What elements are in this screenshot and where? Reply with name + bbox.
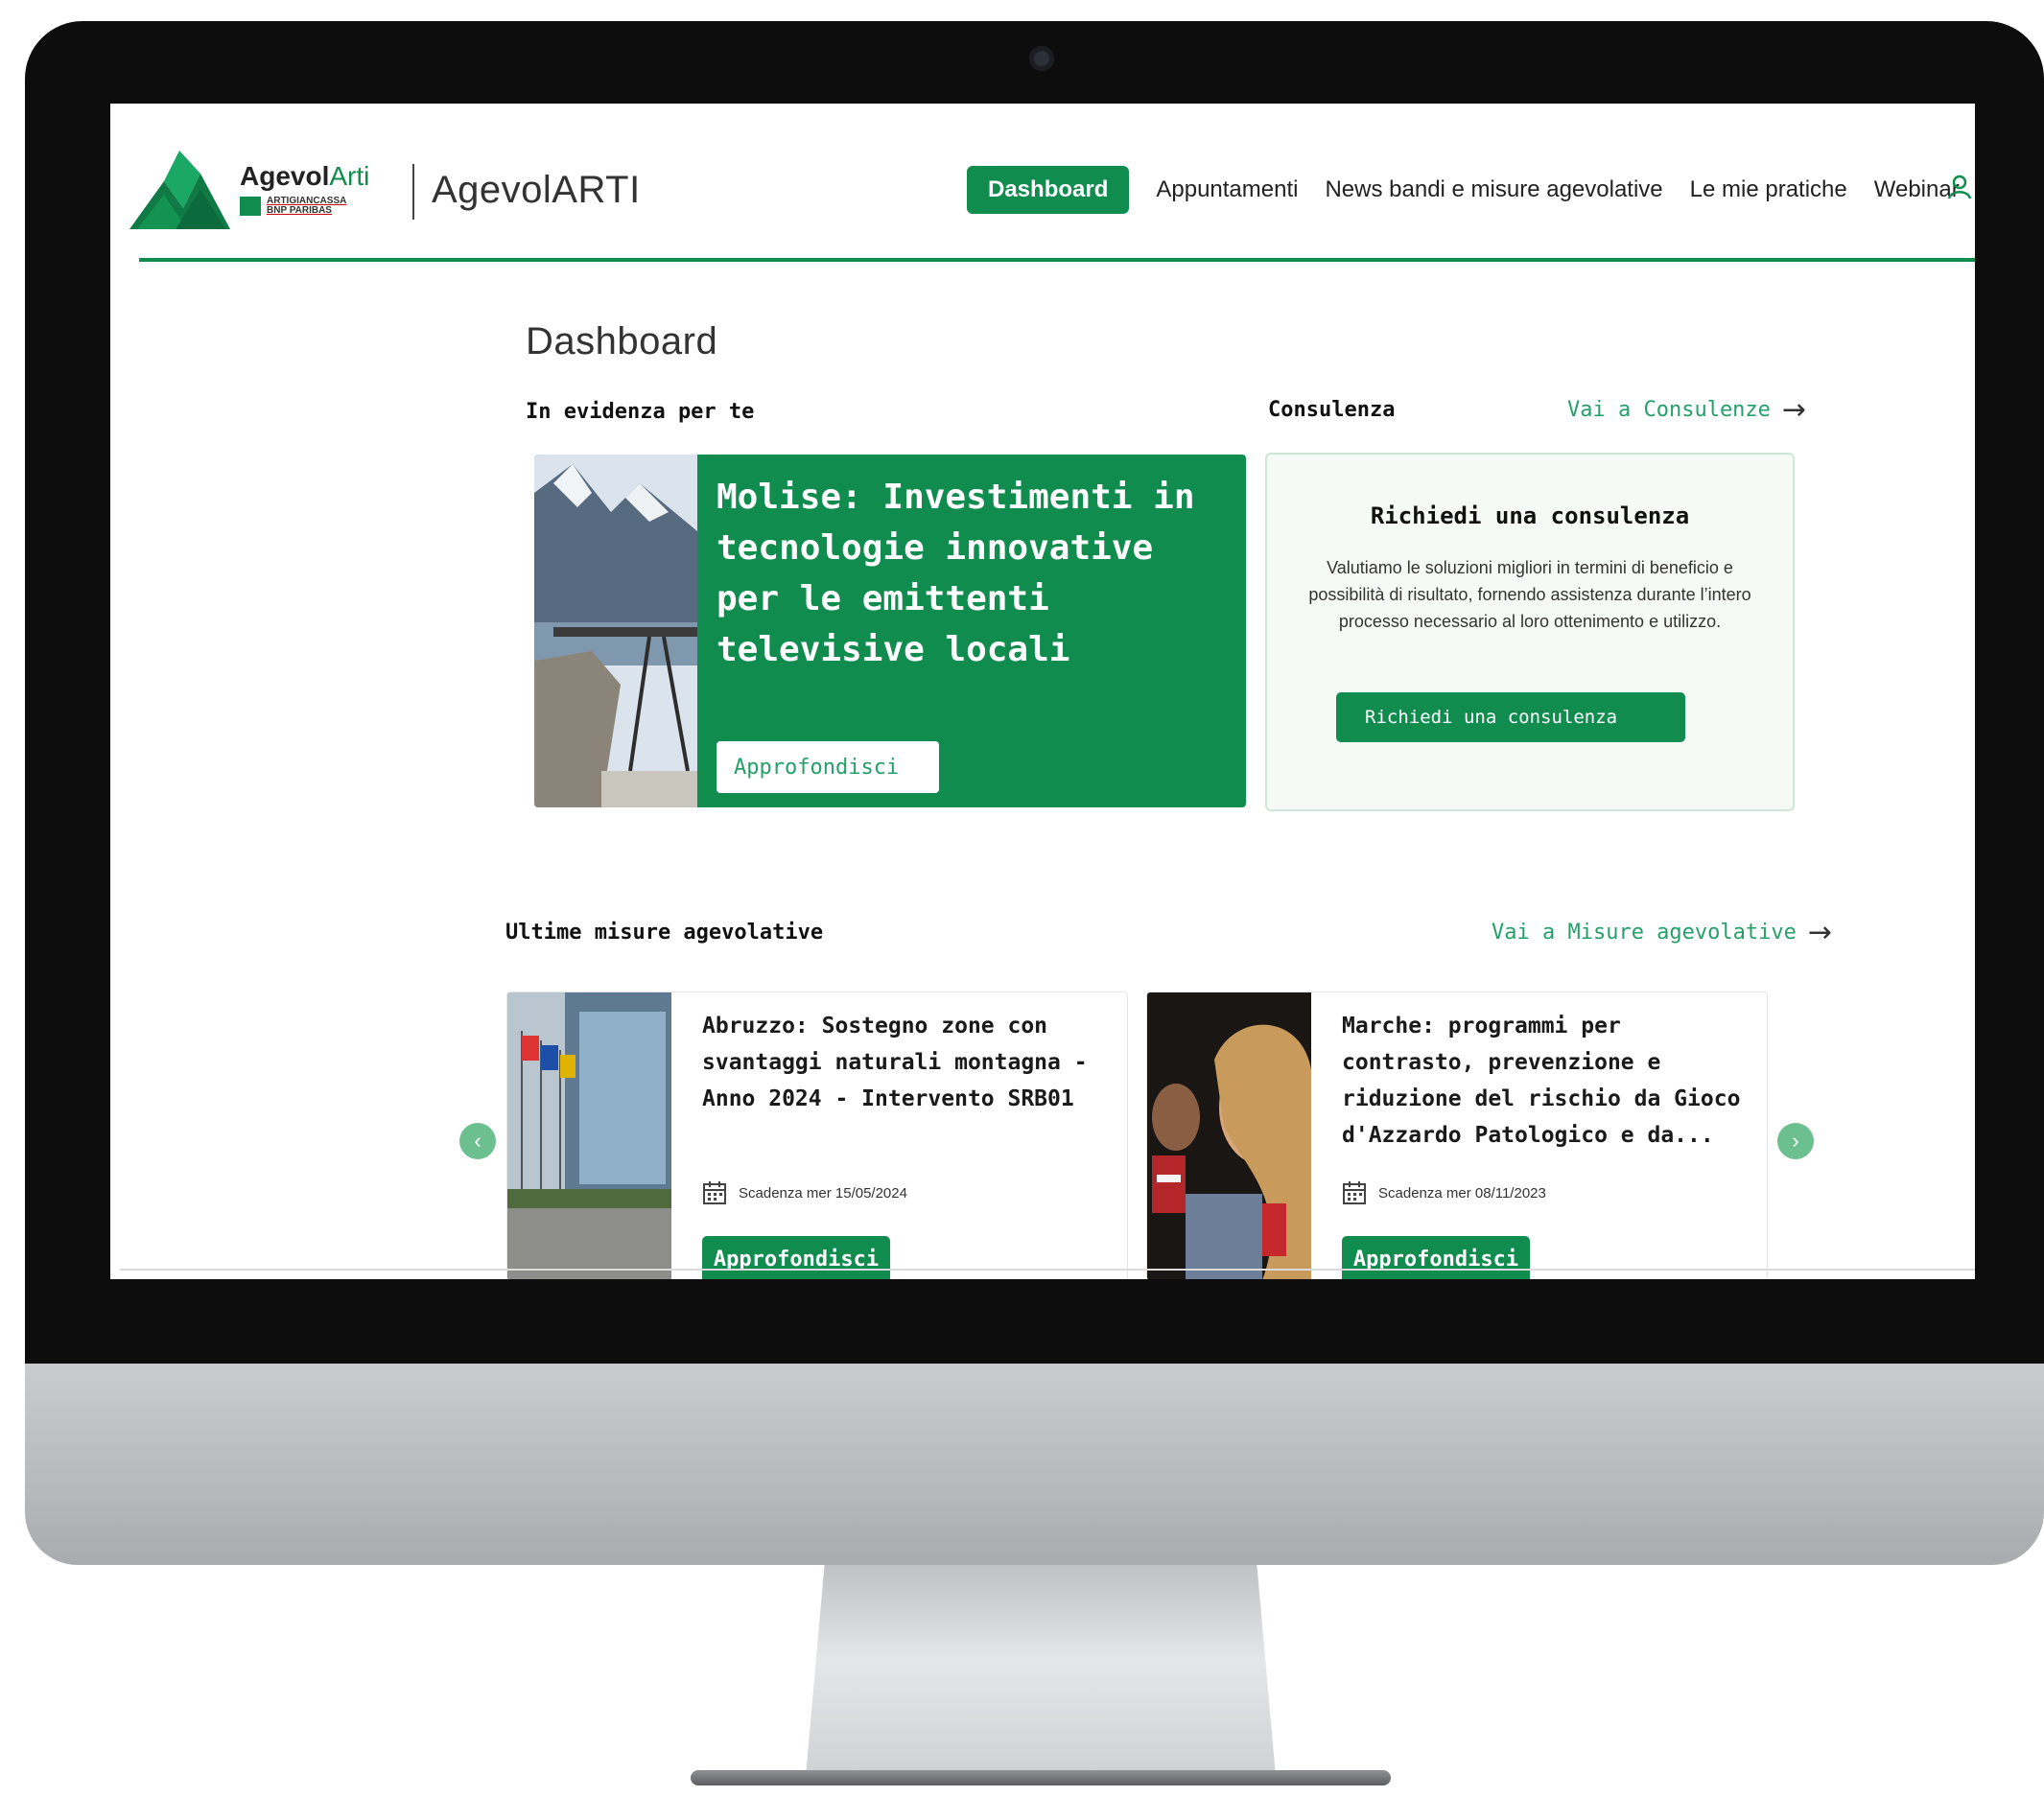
measure-deadline: Scadenza mer 08/11/2023 [1342,1180,1546,1205]
deadline-text: Scadenza mer 15/05/2024 [739,1184,907,1202]
webcam-icon [1029,46,1054,71]
user-icon[interactable] [1947,175,1972,199]
main-nav: Dashboard Appuntamenti News bandi e misu… [967,166,1960,214]
monitor-stand [806,1565,1276,1776]
brand-name: AgevolArti [240,161,370,191]
consulting-card-title: Richiedi una consulenza [1370,502,1690,529]
measure-card[interactable]: Abruzzo: Sostegno zone con svantaggi nat… [506,992,1128,1279]
carousel-prev-button[interactable]: ‹ [459,1123,496,1159]
monitor-base [691,1770,1391,1785]
measure-approfondisci-button[interactable]: Approfondisci [1342,1236,1530,1279]
calendar-icon [703,1181,726,1204]
calendar-icon [1343,1181,1366,1204]
page-title: Dashboard [526,320,718,362]
nav-dashboard[interactable]: Dashboard [967,166,1130,214]
section-title-highlight: In evidenza per te [526,400,755,424]
header-divider [412,164,414,220]
section-title-consulting: Consulenza [1268,398,1396,422]
featured-title: Molise: Investimenti in tecnologie innov… [717,478,1195,669]
featured-image-mountain-dam [534,455,697,807]
monitor-chin [25,1364,2044,1565]
app-title: AgevolARTI [432,169,641,211]
arrow-right-icon: → [1807,915,1833,949]
screen: AgevolArti ARTIGIANCASSA BNP PARIBAS Age… [110,104,1975,1279]
deadline-text: Scadenza mer 08/11/2023 [1378,1184,1546,1202]
measure-card[interactable]: Marche: programmi per contrasto, prevenz… [1146,992,1768,1279]
measure-image-cinema-audience [1147,992,1311,1279]
link-vai-misure[interactable]: Vai a Misure agevolative → [1492,915,1833,949]
featured-card[interactable]: Molise: Investimenti in tecnologie innov… [534,455,1246,807]
header-rule [139,258,1975,262]
arrow-right-icon: → [1781,392,1807,427]
screen-bottom-rule [120,1269,1975,1271]
bnp-logo: ARTIGIANCASSA BNP PARIBAS [240,197,369,216]
measure-approfondisci-button[interactable]: Approfondisci [702,1236,890,1279]
brand-block: AgevolArti ARTIGIANCASSA BNP PARIBAS [240,161,369,216]
carousel-next-button[interactable]: › [1777,1123,1814,1159]
request-consulting-button[interactable]: Richiedi una consulenza [1336,692,1685,742]
measure-image-flags-building [507,992,671,1279]
consulting-card-text: Valutiamo le soluzioni migliori in termi… [1308,558,1751,631]
link-label: Vai a Misure agevolative [1492,921,1797,945]
nav-le-mie-pratiche[interactable]: Le mie pratiche [1690,176,1847,203]
nav-appuntamenti[interactable]: Appuntamenti [1156,176,1298,203]
bnp-label: ARTIGIANCASSA BNP PARIBAS [267,196,347,216]
agevolarti-logo[interactable] [129,147,230,229]
measure-title: Marche: programmi per contrasto, prevenz… [1342,1014,1741,1148]
measure-title: Abruzzo: Sostegno zone con svantaggi nat… [702,1014,1088,1111]
link-label: Vai a Consulenze [1567,398,1771,422]
consulting-card: Richiedi una consulenza Valutiamo le sol… [1265,453,1795,811]
measure-deadline: Scadenza mer 15/05/2024 [702,1180,907,1205]
link-vai-consulenze[interactable]: Vai a Consulenze → [1567,392,1807,427]
featured-approfondisci-button[interactable]: Approfondisci [717,741,939,793]
bnp-star-icon [240,197,261,216]
section-title-measures: Ultime misure agevolative [505,921,824,945]
nav-news-bandi[interactable]: News bandi e misure agevolative [1325,176,1662,203]
